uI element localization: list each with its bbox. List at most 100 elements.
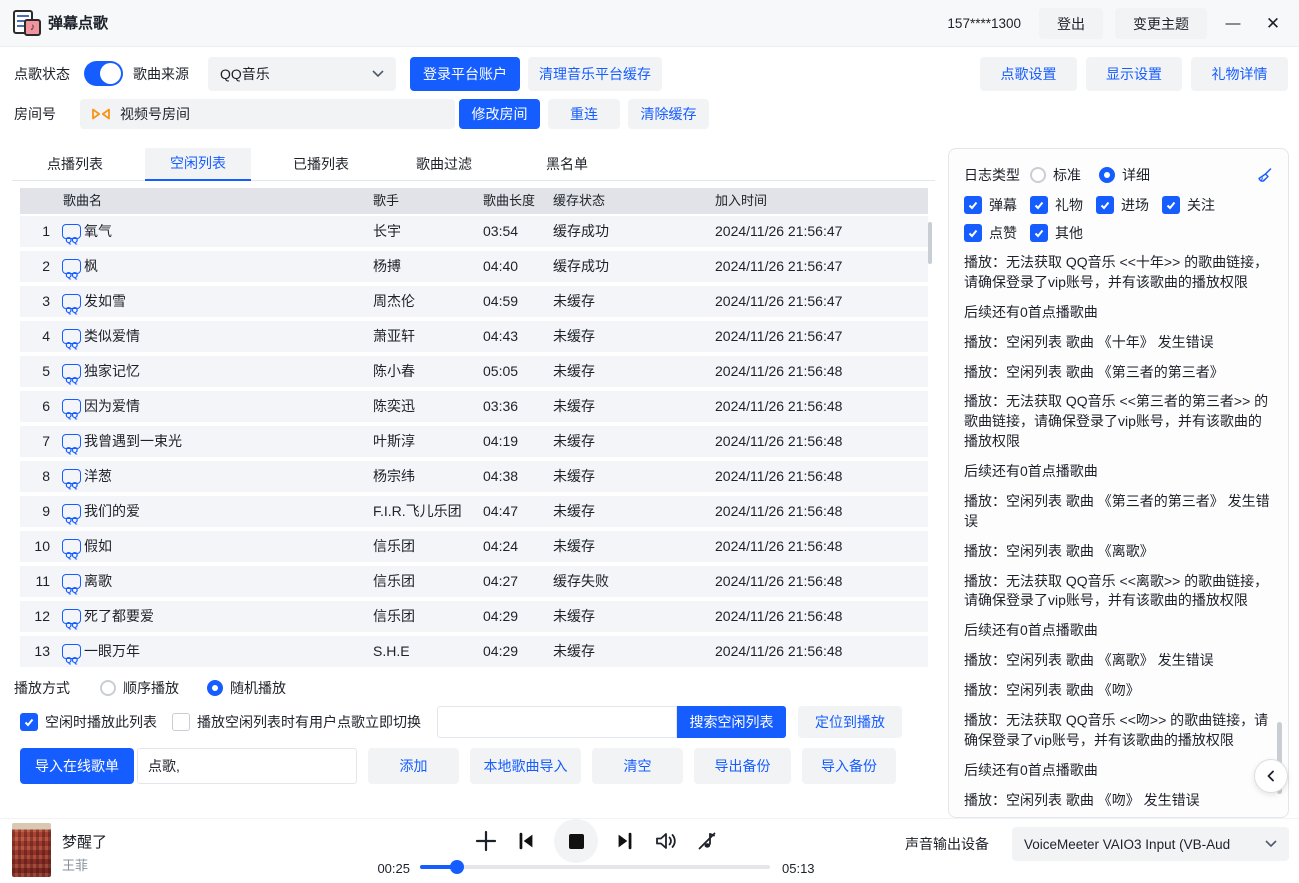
col-artist: 歌手 <box>373 188 399 214</box>
skip-back-icon <box>515 830 537 852</box>
table-row[interactable]: 10 QQ 假如 信乐团 04:24 未缓存 2024/11/26 21:56:… <box>20 531 928 562</box>
added-time: 2024/11/26 21:56:48 <box>715 426 842 457</box>
music-source-select[interactable]: QQ音乐 <box>208 57 396 91</box>
import-online-playlist-button[interactable]: 导入在线歌单 <box>20 748 134 784</box>
logout-button[interactable]: 登出 <box>1039 8 1103 39</box>
export-backup-button[interactable]: 导出备份 <box>694 748 791 784</box>
row-number: 6 <box>20 391 50 422</box>
idle-play-checkbox[interactable]: 空闲时播放此列表 <box>20 712 157 732</box>
added-time: 2024/11/26 21:56:47 <box>715 321 842 352</box>
playlist-id-value: 点歌, <box>148 756 180 776</box>
log-filter-checkbox[interactable]: 弹幕 <box>964 195 1017 215</box>
playback-mode-radio[interactable]: 随机播放 <box>207 678 286 698</box>
log-entry: 播放：无法获取 QQ音乐 <<离歌>> 的歌曲链接，请确保登录了vip账号，并有… <box>964 572 1273 612</box>
song-artist: 信乐团 <box>373 601 415 632</box>
stop-button[interactable] <box>554 819 598 863</box>
song-length: 04:27 <box>483 566 518 597</box>
song-name: 独家记忆 <box>84 356 140 387</box>
song-name: 一眼万年 <box>84 636 140 667</box>
login-platform-button[interactable]: 登录平台账户 <box>410 57 520 91</box>
close-icon[interactable]: ✕ <box>1259 10 1287 38</box>
tab-item[interactable]: 已播列表 <box>268 148 374 181</box>
add-song-button[interactable] <box>472 819 500 863</box>
song-settings-button[interactable]: 点歌设置 <box>980 57 1077 91</box>
clear-log-broom-icon[interactable] <box>1256 167 1273 184</box>
table-row[interactable]: 5 QQ 独家记忆 陈小春 05:05 未缓存 2024/11/26 21:56… <box>20 356 928 387</box>
table-row[interactable]: 13 QQ 一眼万年 S.H.E 04:29 未缓存 2024/11/26 21… <box>20 636 928 667</box>
collapse-panel-button[interactable] <box>1254 759 1288 793</box>
log-type-radio[interactable]: 详细 <box>1099 165 1150 185</box>
song-request-toggle[interactable] <box>84 61 123 86</box>
checkbox-unchecked-icon <box>172 713 190 731</box>
tab-item[interactable]: 空闲列表 <box>145 148 251 181</box>
tab-item[interactable]: 点播列表 <box>22 148 128 181</box>
modify-room-button[interactable]: 修改房间 <box>459 99 540 129</box>
progress-slider[interactable] <box>420 865 770 869</box>
switch-on-request-label: 播放空闲列表时有用户点歌立即切换 <box>197 712 421 732</box>
row-number: 2 <box>20 251 50 282</box>
mute-music-button[interactable] <box>694 819 720 863</box>
clear-cache-button[interactable]: 清除缓存 <box>628 99 709 129</box>
display-settings-button[interactable]: 显示设置 <box>1086 57 1182 91</box>
radio-icon <box>1099 167 1115 183</box>
gift-details-button[interactable]: 礼物详情 <box>1191 57 1288 91</box>
table-row[interactable]: 9 QQ 我们的爱 F.I.R.飞儿乐团 04:47 未缓存 2024/11/2… <box>20 496 928 527</box>
song-artist: 信乐团 <box>373 531 415 562</box>
skip-forward-icon <box>614 830 636 852</box>
log-filter-group: 弹幕 礼物 进场 关注 <box>964 195 1273 243</box>
song-name: 假如 <box>84 531 112 562</box>
add-button[interactable]: 添加 <box>368 748 459 784</box>
table-row[interactable]: 6 QQ 因为爱情 陈奕迅 03:36 未缓存 2024/11/26 21:56… <box>20 391 928 422</box>
table-scrollbar[interactable] <box>928 222 932 264</box>
table-row[interactable]: 4 QQ 类似爱情 萧亚轩 04:43 未缓存 2024/11/26 21:56… <box>20 321 928 352</box>
next-button[interactable] <box>612 819 638 863</box>
row-number: 7 <box>20 426 50 457</box>
output-device-select[interactable]: VoiceMeeter VAIO3 Input (VB-Aud <box>1012 827 1289 861</box>
change-theme-button[interactable]: 变更主题 <box>1115 8 1207 39</box>
tab-item[interactable]: 黑名单 <box>514 148 620 181</box>
row-number: 10 <box>20 531 50 562</box>
song-name: 氧气 <box>84 216 112 247</box>
search-idle-button[interactable]: 搜索空闲列表 <box>677 706 786 738</box>
log-filter-checkbox[interactable]: 进场 <box>1096 195 1149 215</box>
table-row[interactable]: 11 QQ 离歌 信乐团 04:27 缓存失败 2024/11/26 21:56… <box>20 566 928 597</box>
volume-button[interactable] <box>652 819 680 863</box>
playlist-id-input[interactable]: 点歌, <box>137 748 357 784</box>
table-row[interactable]: 7 QQ 我曾遇到一束光 叶斯淳 04:19 未缓存 2024/11/26 21… <box>20 426 928 457</box>
table-row[interactable]: 8 QQ 洋葱 杨宗纬 04:38 未缓存 2024/11/26 21:56:4… <box>20 461 928 492</box>
log-filter-checkbox[interactable]: 关注 <box>1162 195 1215 215</box>
clear-list-button[interactable]: 清空 <box>592 748 683 784</box>
playback-mode-label: 播放方式 <box>14 676 70 700</box>
search-idle-input[interactable] <box>437 706 677 738</box>
list-tabs: 点播列表 空闲列表 已播列表 歌曲过滤 黑名单 <box>12 148 935 181</box>
minimize-icon[interactable]: — <box>1219 10 1247 38</box>
table-row[interactable]: 2 QQ 枫 杨搏 04:40 缓存成功 2024/11/26 21:56:47 <box>20 251 928 282</box>
app-logo-icon: ♪ <box>13 10 41 36</box>
previous-button[interactable] <box>513 819 539 863</box>
log-type-radio[interactable]: 标准 <box>1030 165 1081 185</box>
clear-platform-cache-button[interactable]: 清理音乐平台缓存 <box>528 57 662 91</box>
locate-playing-button[interactable]: 定位到播放 <box>798 706 902 738</box>
cache-status: 未缓存 <box>553 286 595 317</box>
room-input[interactable]: 视频号房间 <box>80 99 455 129</box>
reconnect-button[interactable]: 重连 <box>548 99 620 129</box>
tab-item[interactable]: 歌曲过滤 <box>391 148 497 181</box>
added-time: 2024/11/26 21:56:48 <box>715 566 842 597</box>
song-length: 04:24 <box>483 531 518 562</box>
song-name: 离歌 <box>84 566 112 597</box>
log-filter-checkbox[interactable]: 礼物 <box>1030 195 1083 215</box>
log-entry: 后续还有0首点播歌曲 <box>964 761 1273 781</box>
log-filter-checkbox[interactable]: 其他 <box>1030 223 1083 243</box>
song-name: 我曾遇到一束光 <box>84 426 182 457</box>
log-type-label: 日志类型 <box>964 165 1020 185</box>
table-row[interactable]: 3 QQ 发如雪 周杰伦 04:59 未缓存 2024/11/26 21:56:… <box>20 286 928 317</box>
cache-status: 未缓存 <box>553 601 595 632</box>
table-row[interactable]: 12 QQ 死了都要爱 信乐团 04:29 未缓存 2024/11/26 21:… <box>20 601 928 632</box>
local-import-button[interactable]: 本地歌曲导入 <box>470 748 581 784</box>
table-row[interactable]: 1 QQ 氧气 长宇 03:54 缓存成功 2024/11/26 21:56:4… <box>20 216 928 247</box>
slider-thumb[interactable] <box>450 860 464 874</box>
switch-on-request-checkbox[interactable]: 播放空闲列表时有用户点歌立即切换 <box>172 712 421 732</box>
playback-mode-radio[interactable]: 顺序播放 <box>100 678 179 698</box>
import-backup-button[interactable]: 导入备份 <box>802 748 896 784</box>
log-filter-checkbox[interactable]: 点赞 <box>964 223 1017 243</box>
